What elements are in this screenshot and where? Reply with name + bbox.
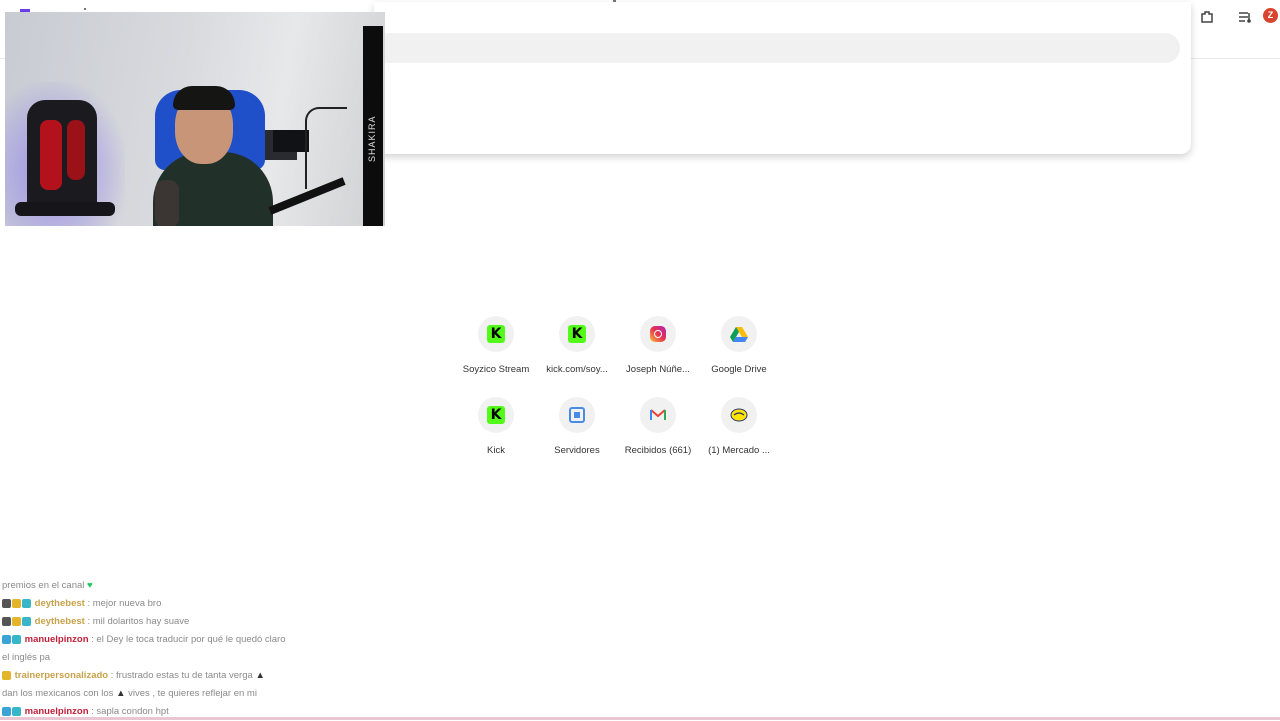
shortcut-icon-circle	[721, 397, 757, 433]
chat-text: el inglés pa	[2, 652, 51, 663]
shortcut-tile[interactable]: Servidores	[536, 397, 618, 456]
triangle-icon: ▲	[255, 670, 265, 681]
badge-icon	[12, 616, 21, 626]
chat-message: trainerpersonalizado : frustrado estas t…	[2, 667, 332, 685]
shortcut-label: Kick	[487, 445, 505, 456]
chat-message: manuelpinzon : el Dey le toca traducir p…	[2, 631, 332, 649]
gaming-chair-accent	[40, 120, 62, 190]
instagram-icon	[650, 326, 666, 342]
extension-icon[interactable]	[1198, 8, 1216, 26]
address-bar-input[interactable]	[374, 33, 1180, 63]
chat-username: manuelpinzon	[24, 634, 89, 645]
monitor	[273, 130, 309, 152]
badge-icon	[2, 616, 11, 626]
badge-icon	[12, 634, 21, 644]
shortcut-label: Joseph Núñe...	[626, 364, 690, 375]
badge-icon	[22, 598, 31, 608]
gaming-chair	[27, 100, 97, 210]
shortcut-tile[interactable]: K kick.com/soy...	[536, 316, 618, 375]
shortcut-tile[interactable]: Recibidos (661)	[617, 397, 699, 456]
shortcut-label: (1) Mercado ...	[708, 445, 770, 456]
shortcut-label: kick.com/soy...	[546, 364, 608, 375]
kick-icon: K	[568, 325, 586, 343]
badge-icon	[2, 706, 11, 716]
google-drive-icon	[730, 327, 748, 342]
shortcut-label: Recibidos (661)	[624, 445, 692, 456]
shortcut-tile[interactable]: K Kick	[455, 397, 537, 456]
gaming-chair-accent-2	[67, 120, 85, 180]
chat-text: : mil dolaritos hay suave	[87, 616, 190, 627]
triangle-icon: ▲	[116, 688, 126, 699]
shortcut-icon-circle: K	[559, 316, 595, 352]
badge-icon	[12, 598, 21, 608]
shortcut-tile[interactable]: (1) Mercado ...	[698, 397, 780, 456]
badge-icon	[12, 706, 21, 716]
shortcut-label: Soyzico Stream	[462, 364, 530, 375]
chat-message: dan los mexicanos con los ▲ vives , te q…	[2, 685, 332, 703]
shortcut-tile[interactable]: Joseph Núñe...	[617, 316, 699, 375]
chat-text: : mejor nueva bro	[87, 598, 162, 609]
badge-icon	[2, 598, 11, 608]
microphone	[155, 180, 179, 226]
chat-message: premios en el canal ♥	[2, 577, 332, 595]
shortcut-tile[interactable]: K Soyzico Stream	[455, 316, 537, 375]
chat-message: deythebest : mejor nueva bro	[2, 595, 332, 613]
servers-icon	[569, 407, 585, 423]
badge-icon	[2, 634, 11, 644]
omnibox-dropdown	[374, 2, 1191, 154]
shortcut-label: Servidores	[554, 445, 600, 456]
chat-username: manuelpinzon	[24, 706, 89, 717]
shortcut-tile[interactable]: Google Drive	[698, 316, 780, 375]
chat-username: deythebest	[34, 598, 85, 609]
chat-text: : frustrado estas tu de tanta verga	[110, 670, 253, 681]
webcam-overlay: SHAKIRA	[5, 12, 385, 226]
mercado-libre-icon	[730, 408, 748, 422]
tab-separator	[84, 8, 86, 10]
profile-avatar[interactable]: Z	[1263, 8, 1278, 23]
gmail-icon	[650, 409, 666, 420]
cable	[305, 107, 347, 189]
shortcut-icon-circle: K	[478, 397, 514, 433]
chat-text: : sapla condon hpt	[91, 706, 169, 717]
stream-chat: premios en el canal ♥ deythebest : mejor…	[2, 577, 332, 721]
chat-text: dan los mexicanos con los	[2, 688, 114, 699]
shortcut-icon-circle	[640, 316, 676, 352]
shortcut-icon-circle: K	[478, 316, 514, 352]
shortcut-icon-circle	[559, 397, 595, 433]
kick-icon: K	[487, 325, 505, 343]
badge-icon	[2, 670, 11, 680]
kick-icon: K	[487, 406, 505, 424]
badge-icon	[22, 616, 31, 626]
shortcut-label: Google Drive	[711, 364, 767, 375]
chat-username: trainerpersonalizado	[14, 670, 109, 681]
heart-icon: ♥	[87, 580, 93, 591]
shortcut-icon-circle	[640, 397, 676, 433]
chat-text: premios en el canal	[2, 580, 85, 591]
gaming-chair-base	[15, 202, 115, 216]
chat-message: deythebest : mil dolaritos hay suave	[2, 613, 332, 631]
wall-strap-text: SHAKIRA	[367, 115, 377, 162]
media-icon[interactable]	[1236, 8, 1254, 26]
streamer-hair	[173, 86, 235, 110]
chat-text: vives , te quieres reflejar en mi	[128, 688, 257, 699]
chat-text: : el Dey le toca traducir por qué le que…	[91, 634, 286, 645]
chat-username: deythebest	[34, 616, 85, 627]
shortcut-icon-circle	[721, 316, 757, 352]
chat-message: el inglés pa	[2, 649, 332, 667]
